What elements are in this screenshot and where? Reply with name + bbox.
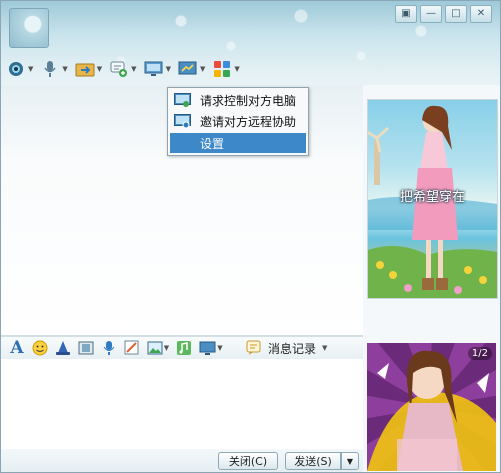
chevron-down-icon[interactable]: ▼ xyxy=(97,65,102,73)
apps-button[interactable]: ▼ xyxy=(211,59,240,79)
chevron-down-icon: ▼ xyxy=(346,456,354,466)
main-toolbar: ▼ ▼ ▼ ▼ ▼ ▼ ▼ xyxy=(5,56,246,82)
chevron-down-icon: ▼ xyxy=(217,344,223,352)
chat-add-button[interactable]: ▼ xyxy=(108,59,137,79)
webcam-button[interactable]: ▼ xyxy=(5,59,33,79)
history-icon xyxy=(246,340,261,355)
file-transfer-icon xyxy=(74,59,96,79)
close-button[interactable]: 关闭(C) xyxy=(218,452,278,470)
chat-add-icon xyxy=(108,59,130,79)
microphone-button[interactable]: ▼ xyxy=(39,59,68,79)
chevron-down-icon: ▼ xyxy=(322,344,328,352)
remote-desktop-icon xyxy=(143,59,165,79)
music-button[interactable] xyxy=(174,339,194,357)
chevron-down-icon[interactable]: ▼ xyxy=(131,65,136,73)
font-button[interactable]: A xyxy=(7,338,27,358)
bottom-bar: 关闭(C) 发送(S) ▼ xyxy=(1,449,363,472)
show-caption: 把希望穿在 xyxy=(399,190,465,205)
webcam-icon xyxy=(5,59,27,79)
chevron-down-icon[interactable]: ▼ xyxy=(200,65,205,73)
remote-screen-button[interactable]: ▼ xyxy=(197,339,225,357)
chat-window: ▣ — □ ✕ ▼ ▼ ▼ ▼ ▼ ▼ ▼ 把希望穿在 请求控制对方电脑 邀请对… xyxy=(0,0,501,473)
message-input[interactable] xyxy=(1,359,363,449)
close-window-button[interactable]: ✕ xyxy=(470,5,492,23)
settings-button[interactable]: ▣ xyxy=(395,5,417,23)
chevron-down-icon[interactable]: ▼ xyxy=(234,65,239,73)
smiley-icon xyxy=(32,340,48,356)
minimize-icon: — xyxy=(426,8,436,19)
chevron-down-icon[interactable]: ▼ xyxy=(62,65,67,73)
screenshot-button[interactable] xyxy=(122,339,142,357)
emoji-button[interactable] xyxy=(30,339,50,357)
remote-assist-dropdown-menu: 请求控制对方电脑 邀请对方远程协助 设置 xyxy=(167,87,309,156)
contact-show-avatar: 1/2 xyxy=(367,343,496,471)
remote-assist-icon xyxy=(173,113,191,129)
voice-message-button[interactable] xyxy=(99,339,119,357)
font-icon: A xyxy=(10,338,24,358)
wizard-hat-icon xyxy=(56,341,70,355)
chevron-down-icon[interactable]: ▼ xyxy=(28,65,33,73)
apps-icon xyxy=(211,59,233,79)
microphone-icon xyxy=(39,59,61,79)
remote-desktop-button[interactable]: ▼ xyxy=(143,59,171,79)
close-icon: ✕ xyxy=(476,8,486,19)
film-icon xyxy=(78,341,94,355)
share-screen-button[interactable]: ▼ xyxy=(177,59,205,79)
menu-item-request-control[interactable]: 请求控制对方电脑 xyxy=(170,90,306,110)
settings-icon: ▣ xyxy=(401,8,411,19)
video-clip-button[interactable] xyxy=(76,339,96,357)
music-icon xyxy=(177,341,191,355)
input-toolbar: A ▼ ▼ 消息记录 ▼ xyxy=(1,337,363,359)
menu-item-label: 邀请对方远程协助 xyxy=(200,114,297,129)
menu-item-settings[interactable]: 设置 xyxy=(170,133,306,153)
send-options-button[interactable]: ▼ xyxy=(341,452,359,470)
maximize-icon: □ xyxy=(451,8,461,19)
image-button[interactable]: ▼ xyxy=(145,339,171,357)
chevron-down-icon: ▼ xyxy=(163,344,170,352)
message-history-button[interactable]: 消息记录 ▼ xyxy=(246,340,327,357)
shake-button[interactable] xyxy=(53,339,73,357)
scissors-icon xyxy=(124,340,139,355)
send-button[interactable]: 发送(S) xyxy=(285,452,341,470)
menu-item-label: 设置 xyxy=(200,136,225,151)
avatar-pager[interactable]: 1/2 xyxy=(467,347,492,360)
chevron-down-icon[interactable]: ▼ xyxy=(166,65,171,73)
avatar-illustration xyxy=(367,350,496,471)
maximize-button[interactable]: □ xyxy=(445,5,467,23)
message-history-label: 消息记录 xyxy=(268,341,317,356)
show-panel: 把希望穿在 xyxy=(367,99,498,299)
image-icon xyxy=(147,341,163,355)
screen-icon xyxy=(199,341,216,355)
menu-item-invite-assist[interactable]: 邀请对方远程协助 xyxy=(170,111,306,131)
window-controls: ▣ — □ ✕ xyxy=(395,5,492,23)
remote-control-icon xyxy=(173,92,191,108)
contact-avatar[interactable] xyxy=(9,8,49,48)
voice-icon xyxy=(103,341,115,355)
menu-item-label: 请求控制对方电脑 xyxy=(200,93,297,108)
file-transfer-button[interactable]: ▼ xyxy=(74,59,102,79)
share-screen-icon xyxy=(177,59,199,79)
minimize-button[interactable]: — xyxy=(420,5,442,23)
window-header: ▣ — □ ✕ ▼ ▼ ▼ ▼ ▼ ▼ ▼ xyxy=(1,1,500,85)
